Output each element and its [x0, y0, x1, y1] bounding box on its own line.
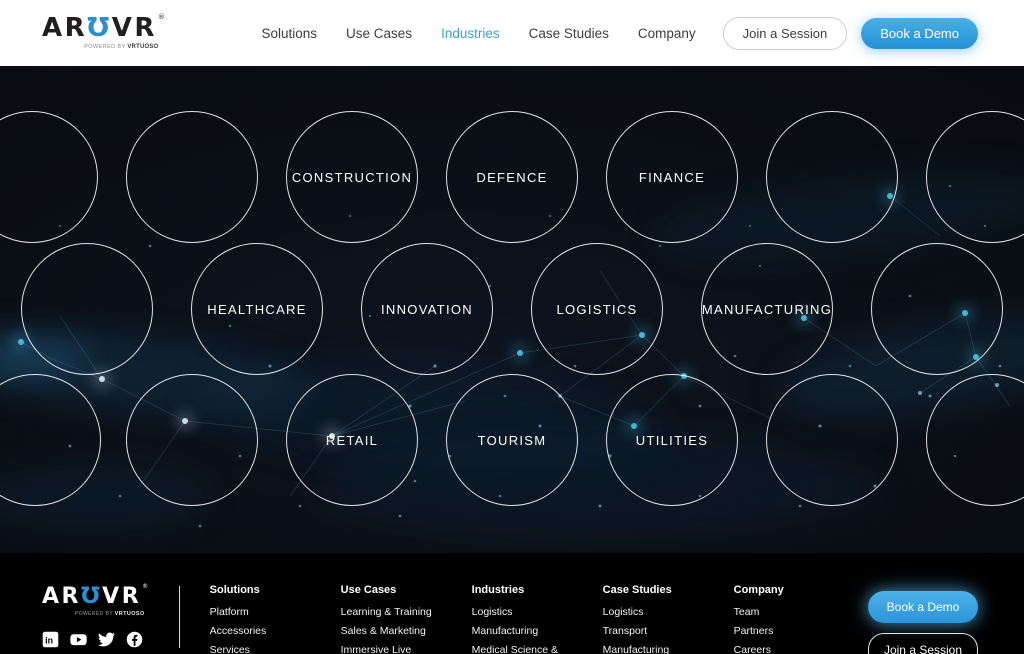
- brand-u-glyph: Ʊ: [87, 15, 112, 41]
- industry-circle-tourism[interactable]: TOURISM: [446, 374, 578, 506]
- industry-circle-manufacturing[interactable]: MANUFACTURING: [701, 243, 833, 375]
- footer-link[interactable]: Partners: [734, 625, 852, 637]
- powered-by-text: POWERED BY: [84, 44, 125, 50]
- footer-column-use-cases: Use Cases Learning & Training Sales & Mark…: [341, 584, 472, 654]
- industry-label: UTILITIES: [636, 433, 708, 448]
- powered-by-brand: VRTUOSO: [127, 44, 158, 50]
- industry-circle-retail[interactable]: RETAIL: [286, 374, 418, 506]
- footer-brand-wordmark[interactable]: ARƱVR®: [42, 584, 151, 609]
- brand-suffix: VR: [102, 584, 141, 609]
- footer-link[interactable]: Logistics: [603, 606, 734, 618]
- industry-label: HEALTHCARE: [207, 302, 306, 317]
- industry-label: RETAIL: [326, 433, 378, 448]
- social-links: in: [42, 631, 151, 648]
- footer-column-heading[interactable]: Case Studies: [603, 584, 734, 596]
- footer-link[interactable]: Careers: [734, 644, 852, 654]
- footer-link[interactable]: Services: [210, 644, 341, 654]
- industry-circle-finance[interactable]: FINANCE: [606, 111, 738, 243]
- footer-link[interactable]: Accessories: [210, 625, 341, 637]
- powered-by-brand: VRTUOSO: [115, 611, 145, 617]
- decorative-circle: [126, 111, 258, 243]
- powered-by-line: POWERED BY VRTUOSO: [42, 611, 151, 617]
- footer-column-heading[interactable]: Use Cases: [341, 584, 472, 596]
- header: ARƱVR® POWERED BY VRTUOSO Solutions Use C…: [0, 0, 1024, 66]
- industry-label: LOGISTICS: [556, 302, 637, 317]
- footer-link[interactable]: Logistics: [472, 606, 603, 618]
- footer-column-company: Company Team Partners Careers: [734, 584, 852, 654]
- page: ARƱVR® POWERED BY VRTUOSO SolutionsUse C…: [0, 0, 1024, 654]
- footer-join-session-button[interactable]: Join a Session: [868, 633, 978, 654]
- twitter-icon[interactable]: [98, 631, 115, 648]
- industry-label: MANUFACTURING: [702, 302, 832, 317]
- brand-prefix: AR: [42, 584, 81, 609]
- registered-mark: ®: [142, 583, 151, 590]
- industry-label: INNOVATION: [381, 302, 473, 317]
- powered-by-line: POWERED BY VRTUOSO: [42, 44, 167, 51]
- nav-link-use-cases[interactable]: Use Cases: [346, 26, 412, 41]
- brand-logo[interactable]: ARƱVR® POWERED BY VRTUOSO: [42, 15, 167, 51]
- footer-column-case-studies: Case Studies Logistics Transport Manufactur…: [603, 584, 734, 654]
- industry-circle-utilities[interactable]: UTILITIES: [606, 374, 738, 506]
- industry-circle-defence[interactable]: DEFENCE: [446, 111, 578, 243]
- registered-mark: ®: [158, 14, 168, 21]
- footer: ARƱVR® POWERED BY VRTUOSO in: [0, 553, 1024, 654]
- decorative-circle: [766, 374, 898, 506]
- industries-hero: CONSTRUCTION DEFENCE FINANCE HEALTHCARE INNO…: [0, 66, 1024, 553]
- footer-column-solutions: Solutions Platform Accessories Services: [210, 584, 341, 654]
- footer-link[interactable]: Manufacturing: [472, 625, 603, 637]
- footer-buttons: Book a Demo Join a Session: [868, 591, 978, 654]
- book-demo-button[interactable]: Book a Demo: [861, 18, 978, 49]
- footer-link[interactable]: Team: [734, 606, 852, 618]
- industry-label: FINANCE: [639, 170, 705, 185]
- brand-wordmark: ARƱVR®: [42, 15, 167, 41]
- svg-text:in: in: [45, 635, 53, 645]
- brand-suffix: VR: [112, 15, 157, 41]
- industry-circle-healthcare[interactable]: HEALTHCARE: [191, 243, 323, 375]
- footer-link[interactable]: Transport: [603, 625, 734, 637]
- footer-link[interactable]: Medical Science &: [472, 644, 603, 654]
- industry-circle-construction[interactable]: CONSTRUCTION: [286, 111, 418, 243]
- decorative-circle: [21, 243, 153, 375]
- main-nav: Solutions Use Cases Industries Case Studies…: [261, 26, 695, 41]
- industry-circle-logistics[interactable]: LOGISTICS: [531, 243, 663, 375]
- brand-prefix: AR: [42, 15, 87, 41]
- powered-by-text: POWERED BY: [75, 611, 113, 617]
- footer-divider: [179, 586, 180, 648]
- linkedin-icon[interactable]: in: [42, 631, 59, 648]
- nav-link-company[interactable]: Company: [638, 26, 696, 41]
- footer-column-industries: Industries Logistics Manufacturing Medical …: [472, 584, 603, 654]
- footer-column-heading[interactable]: Industries: [472, 584, 603, 596]
- youtube-icon[interactable]: [70, 631, 87, 648]
- footer-brand-block: ARƱVR® POWERED BY VRTUOSO in: [42, 584, 151, 648]
- industry-label: TOURISM: [478, 433, 547, 448]
- footer-link[interactable]: Learning & Training: [341, 606, 472, 618]
- nav-link-solutions[interactable]: Solutions: [261, 26, 317, 41]
- footer-column-heading[interactable]: Company: [734, 584, 852, 596]
- footer-link[interactable]: Sales & Marketing: [341, 625, 472, 637]
- brand-u-glyph: Ʊ: [81, 584, 102, 609]
- facebook-icon[interactable]: [126, 631, 143, 648]
- header-buttons: Join a Session Book a Demo: [723, 17, 978, 50]
- footer-link[interactable]: Manufacturing: [603, 644, 734, 654]
- footer-link[interactable]: Platform: [210, 606, 341, 618]
- industry-label: DEFENCE: [476, 170, 547, 185]
- nav-link-industries[interactable]: Industries: [441, 26, 500, 41]
- decorative-circle: [766, 111, 898, 243]
- footer-link[interactable]: Immersive Live: [341, 644, 472, 654]
- industry-label: CONSTRUCTION: [292, 170, 412, 185]
- industry-circle-innovation[interactable]: INNOVATION: [361, 243, 493, 375]
- decorative-circle: [871, 243, 1003, 375]
- footer-column-heading[interactable]: Solutions: [210, 584, 341, 596]
- join-session-button[interactable]: Join a Session: [723, 17, 848, 50]
- footer-link-columns: SolutionsPlatformAccessoriesServicesUse …: [210, 584, 852, 654]
- footer-book-demo-button[interactable]: Book a Demo: [868, 591, 978, 623]
- nav-link-case-studies[interactable]: Case Studies: [529, 26, 609, 41]
- decorative-circle: [126, 374, 258, 506]
